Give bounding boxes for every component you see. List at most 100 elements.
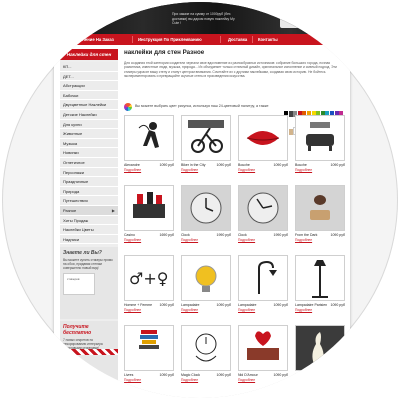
product-more-link[interactable]: Подробнее: [295, 308, 312, 312]
sidebar-category[interactable]: Музыка: [60, 138, 118, 149]
product-image[interactable]: [295, 325, 345, 371]
product-image[interactable]: [181, 325, 231, 371]
stickers-card[interactable]: стикеров: [63, 272, 95, 295]
top-link-contacts[interactable]: Контакты: [125, 4, 138, 8]
product-more-link[interactable]: Подробнее: [181, 308, 198, 312]
product-name[interactable]: Lampadaire Parisien: [295, 303, 327, 307]
product-more-link[interactable]: Подробнее: [295, 238, 312, 242]
product-name[interactable]: Pin Up: [295, 373, 306, 377]
sidebar-category[interactable]: Животные: [60, 129, 118, 139]
top-link-about[interactable]: О Нас: [143, 4, 152, 8]
sidebar-category[interactable]: Хиты Продаж: [60, 215, 118, 226]
product-card[interactable]: ♂+♀ Homme + Femme 1090 руб Подробнее: [124, 255, 174, 321]
product-more-link[interactable]: Подробнее: [238, 308, 255, 312]
sidebar-category[interactable]: Надписи: [60, 234, 118, 245]
product-more-link[interactable]: Подробнее: [181, 238, 198, 242]
product-name[interactable]: Nid D'Amour: [238, 373, 258, 377]
sidebar-category-label: Надписи: [63, 236, 80, 242]
product-image[interactable]: [124, 115, 174, 161]
product-image[interactable]: [238, 325, 288, 371]
product-more-link[interactable]: Подробнее: [295, 378, 312, 382]
cart-box[interactable]: [280, 12, 324, 28]
top-links: Блог Контакты О Нас: [114, 4, 156, 8]
color-swatch[interactable]: [288, 129, 293, 135]
product-card[interactable]: Livres 1090 руб Подробнее: [124, 325, 174, 391]
sidebar-category[interactable]: Огнетичное: [60, 158, 118, 168]
sidebar-category[interactable]: Детские Наклейки: [60, 110, 118, 120]
product-name[interactable]: Casino: [124, 233, 135, 237]
sidebar-category[interactable]: Новинки: [60, 148, 118, 158]
product-more-link[interactable]: Подробнее: [238, 238, 255, 242]
product-more-link[interactable]: Подробнее: [124, 308, 141, 312]
product-image[interactable]: [238, 255, 288, 301]
product-name[interactable]: Lampadaire: [238, 303, 256, 307]
product-name[interactable]: Biker in the City: [181, 163, 206, 167]
menu-item-instructions[interactable]: Инструкция По Приклеиванию: [138, 34, 202, 45]
sidebar-category[interactable]: Разное ▶: [60, 206, 118, 216]
product-name[interactable]: Magic Clock: [181, 373, 200, 377]
product-card[interactable]: Bouche 1090 руб Подробнее: [238, 115, 288, 181]
product-name[interactable]: Bouche: [238, 163, 250, 167]
sidebar-category[interactable]: Двухцветные Наклейки: [60, 100, 118, 110]
sidebar-category[interactable]: Бабочки: [60, 90, 118, 101]
product-card[interactable]: Lampadaire Parisien 1090 руб Подробнее: [295, 255, 345, 321]
product-more-link[interactable]: Подробнее: [124, 168, 141, 172]
sidebar-category[interactable]: Абстракции: [60, 81, 118, 91]
menu-item-delivery[interactable]: Доставка: [228, 34, 247, 45]
product-name[interactable]: Livres: [124, 373, 133, 377]
color-swatch[interactable]: [288, 111, 293, 117]
sidebar-category[interactable]: Персонажи: [60, 167, 118, 178]
product-card[interactable]: Biker in the City 1090 руб Подробнее: [181, 115, 231, 181]
intro-text: Для создания этой категории создатели че…: [124, 61, 337, 78]
page-title: наклейки для стен Разное: [124, 49, 205, 56]
menu-item-contacts[interactable]: Контакты: [258, 34, 278, 45]
product-image[interactable]: [181, 185, 231, 231]
product-image[interactable]: [181, 255, 231, 301]
product-image[interactable]: [124, 185, 174, 231]
top-link-blog[interactable]: Блог: [114, 4, 120, 8]
sidebar-category[interactable]: Путешествия: [60, 196, 118, 206]
product-card[interactable]: Lampadaire 1090 руб Подробнее: [238, 255, 288, 321]
sidebar-category[interactable]: ДЕТ...: [60, 71, 118, 82]
product-image[interactable]: [238, 115, 288, 161]
product-image[interactable]: [124, 325, 174, 371]
product-card[interactable]: Nid D'Amour 1090 руб Подробнее: [238, 325, 288, 391]
product-card[interactable]: From the Dark 1090 руб Подробнее: [295, 185, 345, 251]
product-image[interactable]: [295, 115, 345, 161]
product-image[interactable]: [181, 115, 231, 161]
product-name[interactable]: Homme + Femme: [124, 303, 152, 307]
product-more-link[interactable]: Подробнее: [124, 238, 141, 242]
product-more-link[interactable]: Подробнее: [124, 378, 141, 382]
product-card[interactable]: Clock 1990 руб Подробнее: [238, 185, 288, 251]
product-name[interactable]: Alexandre: [124, 163, 140, 167]
menu-item-custom-order[interactable]: Изготовление На Заказ: [66, 34, 114, 45]
product-card[interactable]: Bouche 1090 руб Подробнее: [295, 115, 345, 181]
sidebar-category[interactable]: Наклейки Цветы: [60, 225, 118, 235]
product-card[interactable]: Clock 1990 руб Подробнее: [181, 185, 231, 251]
product-card[interactable]: Alexandre 1090 руб Подробнее: [124, 115, 174, 181]
product-card[interactable]: Magic Clock 1090 руб Подробнее: [181, 325, 231, 391]
product-image[interactable]: [295, 185, 345, 231]
product-name[interactable]: Lampadaire: [181, 303, 199, 307]
product-card[interactable]: Pin Up 1090 руб Подробнее: [295, 325, 345, 391]
sidebar-category[interactable]: Природа: [60, 186, 118, 197]
product-name[interactable]: Bouche: [295, 163, 307, 167]
sidebar-category[interactable]: Для кухни: [60, 119, 118, 130]
free-gift-box: Получите бесплатно 7 новых секретов по д…: [60, 321, 118, 398]
sidebar-category[interactable]: Праздничные: [60, 177, 118, 187]
product-more-link[interactable]: Подробнее: [295, 168, 312, 172]
product-name[interactable]: Clock: [181, 233, 190, 237]
sidebar-category-label: Хиты Продаж: [63, 217, 89, 223]
product-image[interactable]: ♂+♀: [124, 255, 174, 301]
product-card[interactable]: Lampadaire 1090 руб Подробнее: [181, 255, 231, 321]
product-name[interactable]: Clock: [238, 233, 247, 237]
sidebar-category[interactable]: КП...: [60, 62, 118, 72]
product-image[interactable]: [238, 185, 288, 231]
product-name[interactable]: From the Dark: [295, 233, 317, 237]
product-more-link[interactable]: Подробнее: [181, 168, 198, 172]
product-card[interactable]: Casino 1690 руб Подробнее: [124, 185, 174, 251]
product-more-link[interactable]: Подробнее: [181, 378, 198, 382]
product-more-link[interactable]: Подробнее: [238, 378, 255, 382]
product-image[interactable]: [295, 255, 345, 301]
product-more-link[interactable]: Подробнее: [238, 168, 255, 172]
